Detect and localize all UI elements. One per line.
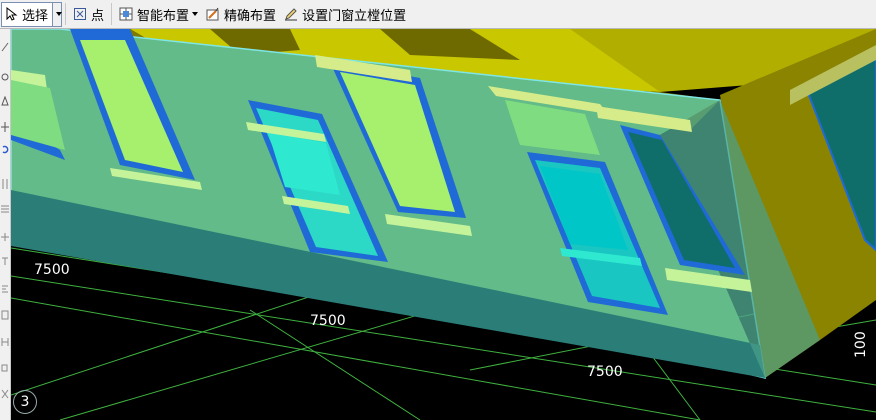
set-sill-position-label: 设置门窗立樘位置 (302, 8, 407, 24)
toolbar-separator (65, 3, 67, 25)
point-icon (73, 7, 87, 21)
precise-layout-label: 精确布置 (224, 8, 277, 24)
undo-icon[interactable] (1, 139, 9, 154)
point-label: 点 (91, 8, 105, 24)
merge-icon[interactable] (1, 332, 9, 346)
align-icon[interactable] (1, 279, 9, 293)
move-icon[interactable] (1, 117, 9, 132)
copy-icon[interactable] (1, 359, 9, 372)
triangle-icon[interactable] (1, 91, 9, 106)
dimension-label: 7500 (310, 313, 346, 329)
set-sill-position-button[interactable]: 设置门窗立樘位置 (280, 2, 410, 27)
cursor-icon (4, 6, 18, 21)
split-icon[interactable] (1, 174, 9, 189)
dimension-label: 100 (853, 331, 869, 358)
building-model: 7500 7500 7500 100 (11, 29, 876, 420)
view-number-badge: 3 (13, 390, 37, 414)
toolbar: 选择 点 智能布置 精确布置 设置门窗立樘位置 (0, 0, 876, 29)
pencil-icon (284, 7, 298, 21)
rows-icon[interactable] (1, 199, 9, 213)
smart-layout-button[interactable]: 智能布置 (115, 2, 202, 27)
dimension-label: 7500 (587, 364, 623, 380)
dimension-label: 7500 (34, 262, 70, 278)
precise-layout-icon (206, 7, 220, 21)
3d-viewport[interactable]: 7500 7500 7500 100 (11, 29, 876, 420)
chevron-down-icon (55, 12, 62, 16)
smart-layout-icon (119, 7, 133, 21)
chevron-down-icon (192, 12, 199, 16)
point-tool-button[interactable]: 点 (69, 2, 108, 27)
pencil-icon[interactable] (1, 37, 9, 52)
select-dropdown-button[interactable] (53, 1, 63, 27)
plus-icon[interactable] (1, 227, 9, 241)
toolbar-separator (111, 3, 113, 25)
left-toolbar (0, 29, 11, 420)
grid-icon[interactable] (1, 305, 9, 320)
delete-icon[interactable] (1, 384, 9, 399)
select-tool[interactable]: 选择 (1, 1, 54, 27)
select-label: 选择 (22, 8, 49, 24)
text-icon[interactable] (1, 251, 9, 265)
rotate-icon[interactable] (1, 67, 9, 81)
precise-layout-button[interactable]: 精确布置 (202, 2, 280, 27)
smart-layout-label: 智能布置 (137, 8, 190, 24)
